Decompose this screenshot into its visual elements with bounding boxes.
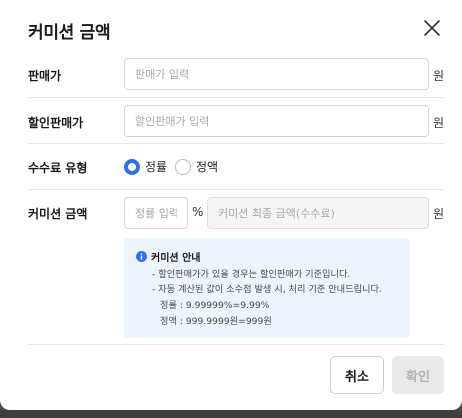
fee-type-rate-radio[interactable]: 정률 (124, 158, 167, 175)
sale-price-unit: 원 (433, 69, 445, 83)
notice-title: 커미션 안내 (151, 253, 201, 264)
close-icon[interactable] (420, 16, 444, 40)
commission-final-input (207, 197, 429, 229)
notice-line: - 자동 계산된 값이 소수점 발생 시, 처리 기준 안내드립니다. (152, 284, 382, 295)
sale-price-label: 판매가 (28, 69, 62, 83)
fee-type-fixed-radio[interactable]: 정액 (175, 158, 218, 175)
fee-type-label: 수수료 유형 (28, 161, 88, 175)
discount-price-label: 할인판매가 (28, 116, 84, 130)
fee-type-fixed-label: 정액 (196, 160, 219, 174)
divider (28, 143, 444, 144)
radio-unchecked-icon (175, 158, 191, 175)
commission-notice-box: 커미션 안내 - 할인판매가가 있을 경우는 할인판매가 기준입니다. - 자동… (124, 238, 410, 338)
confirm-button[interactable]: 확인 (392, 356, 444, 394)
radio-checked-icon (124, 158, 140, 175)
divider (28, 344, 444, 345)
divider (28, 97, 444, 98)
notice-line: - 할인판매가가 있을 경우는 할인판매가 기준입니다. (152, 269, 351, 280)
sale-price-input[interactable] (124, 58, 429, 90)
percent-unit: % (192, 205, 204, 219)
notice-line: 정액 : 999.9999원=999원 (160, 316, 272, 327)
divider (28, 189, 444, 190)
discount-price-input[interactable] (124, 105, 429, 137)
commission-dialog: 커미션 금액 판매가 원 할인판매가 원 수수료 유형 정률 정액 커미션 금액… (0, 0, 462, 410)
cancel-button[interactable]: 취소 (330, 356, 384, 394)
modal-backdrop (0, 410, 462, 418)
discount-price-unit: 원 (433, 116, 445, 130)
commission-unit: 원 (433, 207, 445, 221)
dialog-title: 커미션 금액 (28, 23, 111, 43)
notice-line: 정률 : 9.99999%=9.99% (160, 300, 270, 311)
notice-header: 커미션 안내 (136, 249, 200, 264)
info-icon (136, 251, 147, 262)
commission-rate-input[interactable] (124, 197, 188, 229)
commission-label: 커미션 금액 (28, 207, 88, 221)
fee-type-rate-label: 정률 (145, 160, 168, 174)
